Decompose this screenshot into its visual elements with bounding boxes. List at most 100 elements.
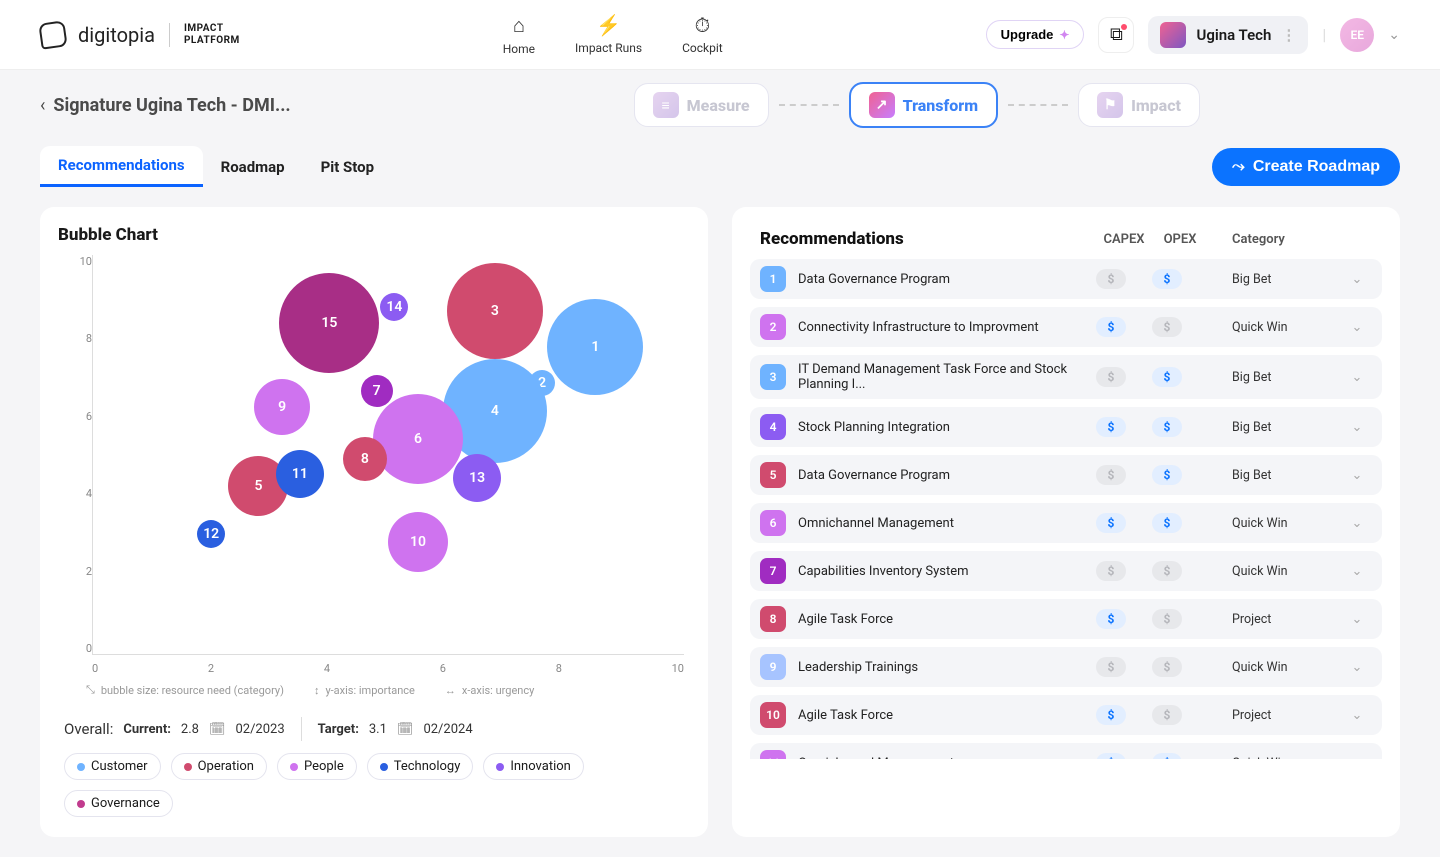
rec-header: Recommendations CAPEX OPEX Category xyxy=(750,225,1382,259)
opex-indicator: $ xyxy=(1152,317,1182,337)
measure-icon: ≡ xyxy=(653,92,679,118)
category-chip[interactable]: Innovation xyxy=(483,753,584,780)
capex-indicator: $ xyxy=(1096,657,1126,677)
chart-bubble[interactable]: 8 xyxy=(343,437,387,481)
opex-indicator: $ xyxy=(1152,561,1182,581)
capex-indicator: $ xyxy=(1096,561,1126,581)
rec-name: Capabilities Inventory System xyxy=(798,564,1096,579)
y-axis: 1086420 xyxy=(64,255,92,655)
rec-row[interactable]: 10Agile Task Force$$Project⌄ xyxy=(750,695,1382,735)
tab-recommendations[interactable]: Recommendations xyxy=(40,146,203,187)
expand-row-button[interactable]: ⌄ xyxy=(1342,468,1372,483)
capex-indicator: $ xyxy=(1096,513,1126,533)
chart-legend-hints: ⤡bubble size: resource need (category) ↕… xyxy=(58,675,690,701)
phase-connector xyxy=(779,104,839,106)
chart-bubble[interactable]: 14 xyxy=(380,293,408,321)
rec-number-badge: 1 xyxy=(760,266,786,292)
nav-home[interactable]: ⌂ Home xyxy=(503,13,535,56)
create-roadmap-button[interactable]: ⤳ Create Roadmap xyxy=(1212,148,1400,186)
expand-row-button[interactable]: ⌄ xyxy=(1342,320,1372,335)
calendar-icon: 🗓 xyxy=(209,722,226,737)
capex-indicator: $ xyxy=(1096,465,1126,485)
upgrade-button[interactable]: Upgrade ✦ xyxy=(986,20,1085,49)
chart-bubble[interactable]: 11 xyxy=(276,450,324,498)
expand-row-button[interactable]: ⌄ xyxy=(1342,564,1372,579)
chevron-down-icon[interactable]: ⌄ xyxy=(1388,27,1400,43)
chart-bubble[interactable]: 10 xyxy=(388,512,448,572)
chart-bubble[interactable]: 7 xyxy=(361,375,393,407)
rec-category: Big Bet xyxy=(1232,370,1342,385)
rec-row[interactable]: 5Data Governance Program$$Big Bet⌄ xyxy=(750,455,1382,495)
rec-name: Data Governance Program xyxy=(798,272,1096,287)
brand-subtitle: IMPACT PLATFORM xyxy=(169,23,240,47)
category-chip[interactable]: Technology xyxy=(367,753,474,780)
rec-name: Stock Planning Integration xyxy=(798,420,1096,435)
phase-impact[interactable]: ⚑ Impact xyxy=(1078,83,1200,127)
bubble-chart-panel: Bubble Chart 1086420 1234567891011121314… xyxy=(40,207,708,837)
company-selector[interactable]: Ugina Tech ⋮ xyxy=(1148,16,1308,54)
chart-bubble[interactable]: 3 xyxy=(447,263,543,359)
nav-impact-runs[interactable]: ⚡ Impact Runs xyxy=(575,13,642,56)
phase-transform[interactable]: ↗ Transform xyxy=(849,82,999,128)
category-chip[interactable]: People xyxy=(277,753,357,780)
chart-bubble[interactable]: 13 xyxy=(453,454,501,502)
chart-bubble[interactable]: 6 xyxy=(373,394,463,484)
tabs-row: Recommendations Roadmap Pit Stop ⤳ Creat… xyxy=(0,128,1440,187)
chart-bubble[interactable]: 1 xyxy=(547,299,643,395)
rec-row[interactable]: 8Agile Task Force$$Project⌄ xyxy=(750,599,1382,639)
phase-measure[interactable]: ≡ Measure xyxy=(634,83,769,127)
category-chip[interactable]: Governance xyxy=(64,790,173,817)
rec-row[interactable]: 3IT Demand Management Task Force and Sto… xyxy=(750,355,1382,399)
nav-cockpit[interactable]: ⏱ Cockpit xyxy=(682,13,723,56)
rec-list: 1Data Governance Program$$Big Bet⌄2Conne… xyxy=(750,259,1382,759)
calendar-icon: 🗓 xyxy=(397,722,414,737)
rec-name: Leadership Trainings xyxy=(798,660,1096,675)
rec-row[interactable]: 2Connectivity Infrastructure to Improvme… xyxy=(750,307,1382,347)
rec-row[interactable]: 4Stock Planning Integration$$Big Bet⌄ xyxy=(750,407,1382,447)
rec-row[interactable]: 9Leadership Trainings$$Quick Win⌄ xyxy=(750,647,1382,687)
user-avatar[interactable]: EE xyxy=(1340,18,1374,52)
category-chip[interactable]: Operation xyxy=(171,753,267,780)
expand-row-button[interactable]: ⌄ xyxy=(1342,708,1372,723)
opex-indicator: $ xyxy=(1152,753,1182,759)
expand-row-button[interactable]: ⌄ xyxy=(1342,272,1372,287)
expand-row-button[interactable]: ⌄ xyxy=(1342,420,1372,435)
recommendations-panel: Recommendations CAPEX OPEX Category 1 Dat… xyxy=(732,207,1400,837)
subheader: ‹ Signature Ugina Tech - DMI... ≡ Measur… xyxy=(0,70,1440,128)
transform-icon: ↗ xyxy=(869,92,895,118)
rec-row[interactable]: 11Omnichannel Management$$Quick Win⌄ xyxy=(750,743,1382,759)
notifications-button[interactable]: ⧉ xyxy=(1098,17,1134,53)
tab-roadmap[interactable]: Roadmap xyxy=(203,148,303,186)
chart-bubble[interactable]: 9 xyxy=(254,379,310,435)
rec-number-badge: 8 xyxy=(760,606,786,632)
rec-row[interactable]: 1Data Governance Program$$Big Bet⌄ xyxy=(750,259,1382,299)
expand-row-button[interactable]: ⌄ xyxy=(1342,660,1372,675)
gauge-icon: ⏱ xyxy=(695,13,711,37)
expand-row-button[interactable]: ⌄ xyxy=(1342,756,1372,760)
rec-number-badge: 4 xyxy=(760,414,786,440)
opex-indicator: $ xyxy=(1152,367,1182,387)
rec-name: IT Demand Management Task Force and Stoc… xyxy=(798,362,1096,392)
expand-row-button[interactable]: ⌄ xyxy=(1342,516,1372,531)
overall-row: Overall: Current: 2.8 🗓 02/2023 Target: … xyxy=(58,701,690,753)
back-button[interactable]: ‹ xyxy=(40,95,45,116)
rec-row[interactable]: 7Capabilities Inventory System$$Quick Wi… xyxy=(750,551,1382,591)
rec-number-badge: 2 xyxy=(760,314,786,340)
rec-category: Big Bet xyxy=(1232,420,1342,435)
rec-row[interactable]: 6Omnichannel Management$$Quick Win⌄ xyxy=(750,503,1382,543)
tab-pit-stop[interactable]: Pit Stop xyxy=(303,148,392,186)
rec-category: Project xyxy=(1232,612,1342,627)
chart-bubble[interactable]: 15 xyxy=(279,273,379,373)
expand-row-button[interactable]: ⌄ xyxy=(1342,370,1372,385)
chart-bubble[interactable]: 12 xyxy=(197,520,225,548)
opex-indicator: $ xyxy=(1152,417,1182,437)
expand-row-button[interactable]: ⌄ xyxy=(1342,612,1372,627)
sparkle-icon: ✦ xyxy=(1059,28,1069,42)
expand-arrow-icon: ⤡ xyxy=(86,683,95,697)
project-title: Signature Ugina Tech - DMI... xyxy=(53,95,290,116)
category-chip[interactable]: Customer xyxy=(64,753,161,780)
app-header: digitopia IMPACT PLATFORM ⌂ Home ⚡ Impac… xyxy=(0,0,1440,70)
category-dot-icon xyxy=(77,763,85,771)
opex-indicator: $ xyxy=(1152,657,1182,677)
bolt-icon: ⚡ xyxy=(596,13,621,37)
